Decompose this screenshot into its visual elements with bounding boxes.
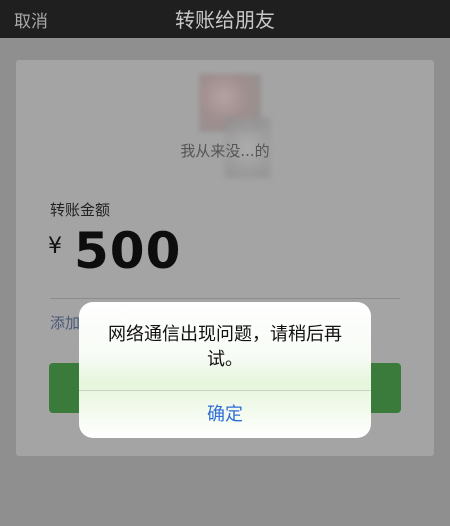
add-note-link[interactable]: 添加 [50, 312, 80, 333]
amount-input[interactable]: 500 [74, 222, 181, 280]
divider [50, 298, 400, 299]
dialog-ok-button[interactable]: 确定 [79, 391, 371, 438]
navigation-bar: 取消 转账给朋友 [0, 0, 450, 38]
recipient-name: 我从来没...的 [180, 142, 270, 160]
dialog-message: 网络通信出现问题，请稍后再试。 [108, 324, 342, 370]
page-title: 转账给朋友 [175, 8, 275, 32]
currency-symbol: ¥ [48, 234, 62, 259]
amount-label: 转账金额 [50, 201, 111, 219]
alert-dialog: 网络通信出现问题，请稍后再试。 确定 [79, 302, 371, 438]
